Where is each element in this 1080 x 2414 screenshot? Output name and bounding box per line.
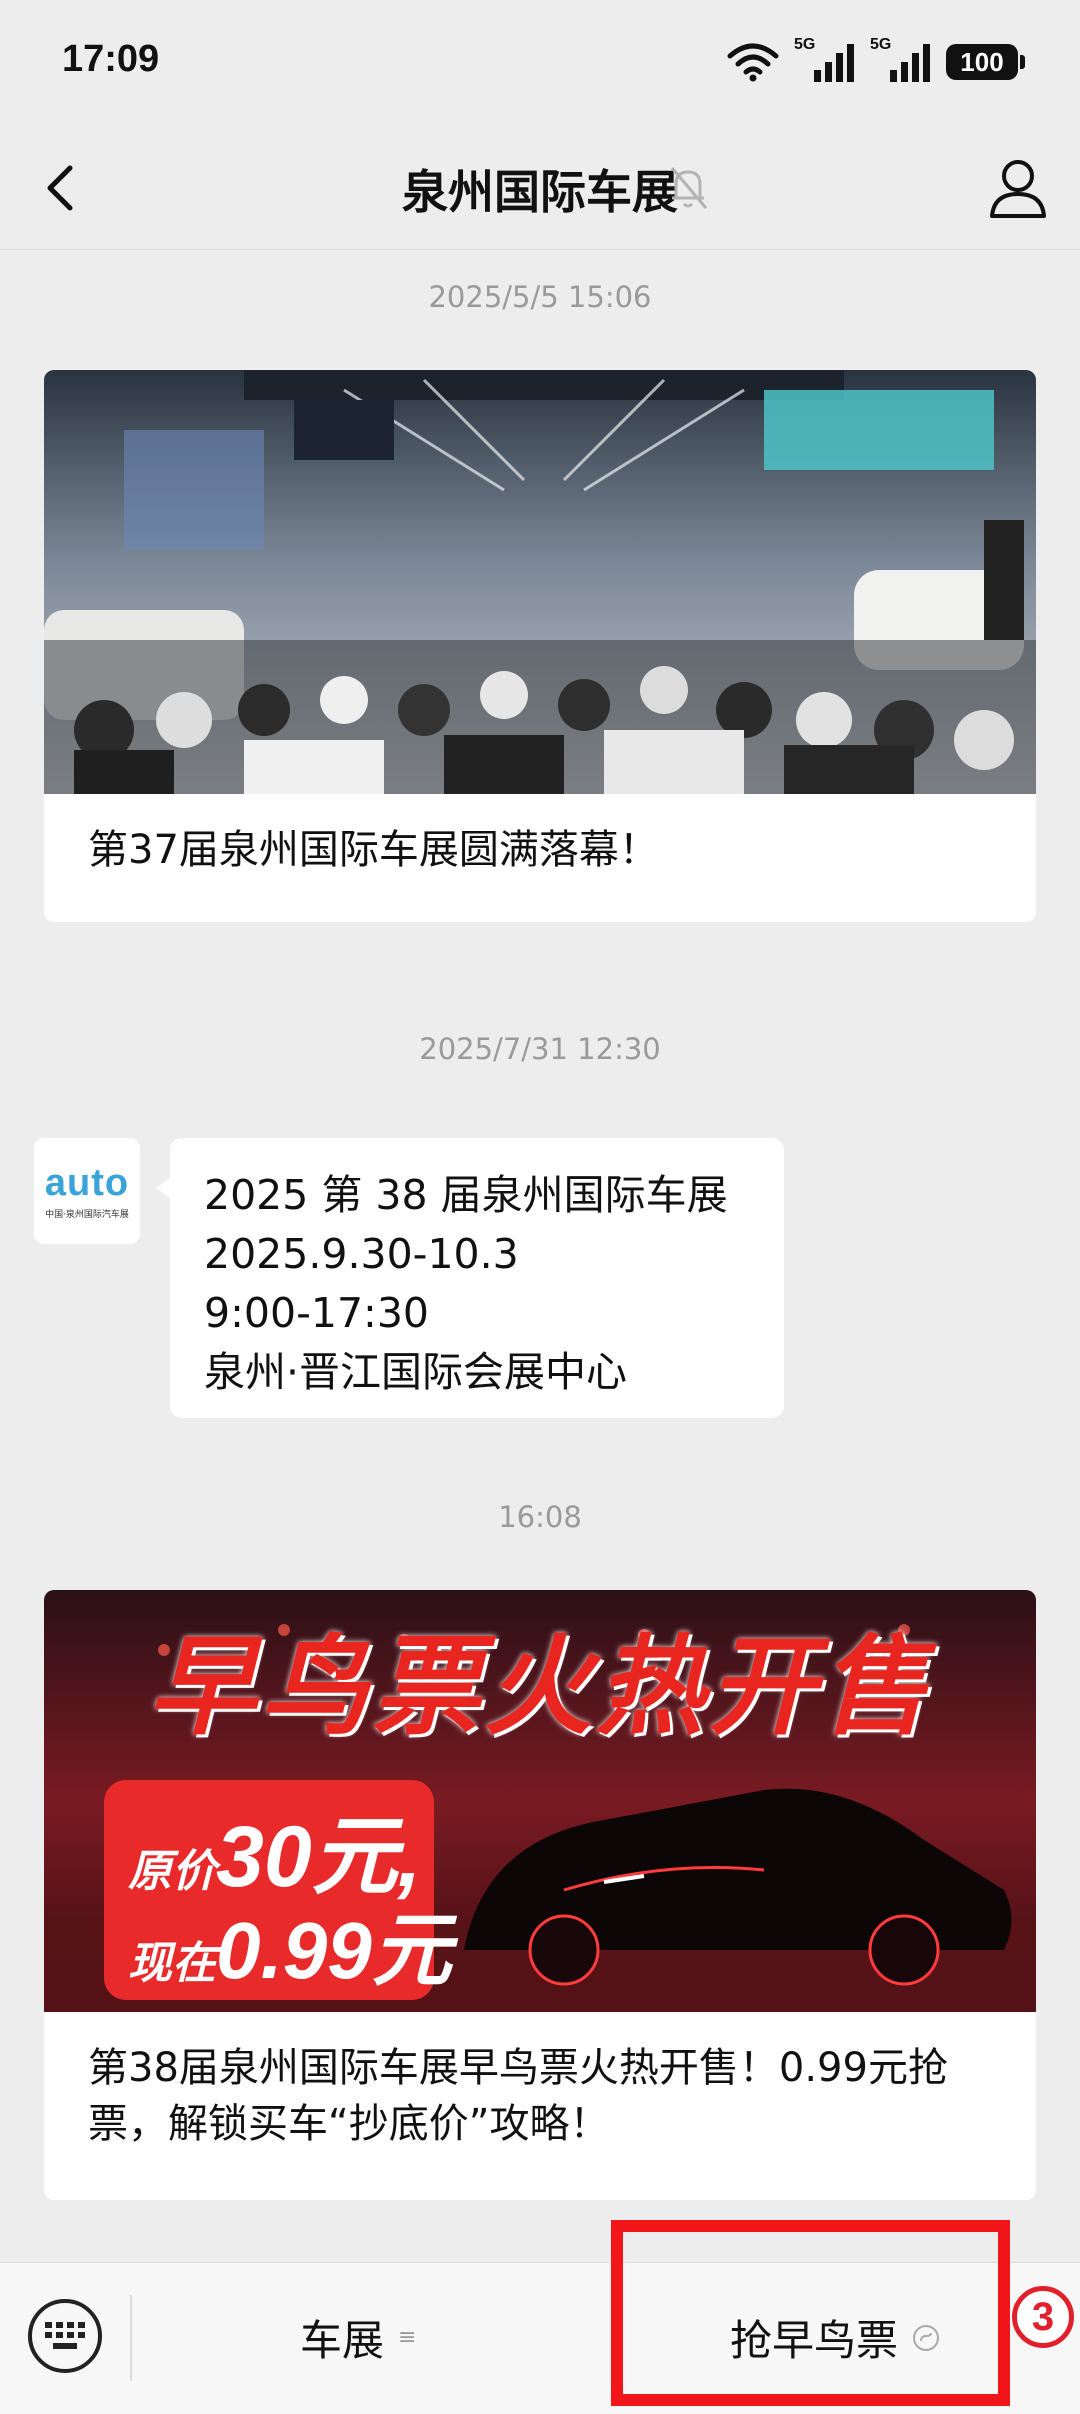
signal-1: 5G (794, 36, 856, 84)
signal-bars-icon (890, 44, 930, 82)
battery-icon: 100 (946, 44, 1025, 80)
menu-divider (130, 2295, 132, 2381)
early-bird-banner: 早鸟票火热开售 原价30元, 现在0.99元 (44, 1590, 1036, 2012)
signal-2: 5G (870, 36, 932, 84)
menu-item-label: 车展 (300, 2316, 385, 2365)
message-timestamp: 2025/7/31 12:30 (419, 1032, 661, 1066)
message-line: 2025 第 38 届泉州国际车展 (204, 1171, 728, 1219)
article-caption: 第37届泉州国际车展圆满落幕！ (88, 827, 659, 873)
message-line: 泉州·晋江国际会展中心 (204, 1348, 628, 1396)
article-caption: 第38届泉州国际车展早鸟票火热开售！0.99元抢票，解锁买车“抄底价”攻略！ (88, 2045, 948, 2147)
step-annotation-badge: 3 (1012, 2286, 1074, 2348)
text-message-bubble[interactable]: 2025 第 38 届泉州国际车展 2025.9.30-10.3 9:00-17… (156, 1138, 784, 1418)
highlight-box (611, 2220, 1010, 2406)
page-title: 泉州国际车展 (402, 165, 678, 219)
wifi-icon (727, 43, 779, 82)
status-icons: 5G 5G 100 (726, 36, 1025, 84)
banner-headline: 早鸟票火热开售 (147, 1625, 932, 1750)
status-time: 17:09 (62, 38, 160, 80)
status-bar: 17:09 5G 5G 100 (0, 0, 1080, 126)
article-card[interactable]: 早鸟票火热开售 原价30元, 现在0.99元 第38届泉州国际车展早鸟票火热开售… (44, 1590, 1036, 2200)
message-timestamp: 16:08 (498, 1500, 582, 1534)
signal-bars-icon (814, 44, 854, 82)
message-line: 2025.9.30-10.3 (204, 1230, 519, 1278)
profile-icon[interactable] (986, 154, 1050, 220)
avatar-logo-text: auto (44, 1162, 130, 1204)
message-timestamp: 2025/5/5 15:06 (428, 280, 652, 314)
price-now-value: 0.99元 (216, 1906, 452, 1995)
auto-show-crowd-image (44, 370, 1036, 794)
menu-item-auto-show[interactable]: 车展 ≡ (300, 2307, 416, 2368)
price-now-label: 现在 (128, 1938, 216, 1989)
keyboard-icon[interactable] (28, 2299, 102, 2373)
avatar[interactable]: auto 中国·泉州国际汽车展 (34, 1138, 140, 1244)
keyboard-glyph (45, 2322, 85, 2349)
mute-bell-icon (670, 167, 708, 209)
nav-bar: 泉州国际车展 (0, 126, 1080, 250)
article-card[interactable]: 第37届泉州国际车展圆满落幕！ (44, 370, 1036, 922)
message-line: 9:00-17:30 (204, 1289, 430, 1337)
submenu-icon: ≡ (398, 2325, 417, 2350)
price-now: 现在0.99元 (128, 1886, 452, 2002)
avatar-subtitle: 中国·泉州国际汽车展 (45, 1210, 129, 1220)
